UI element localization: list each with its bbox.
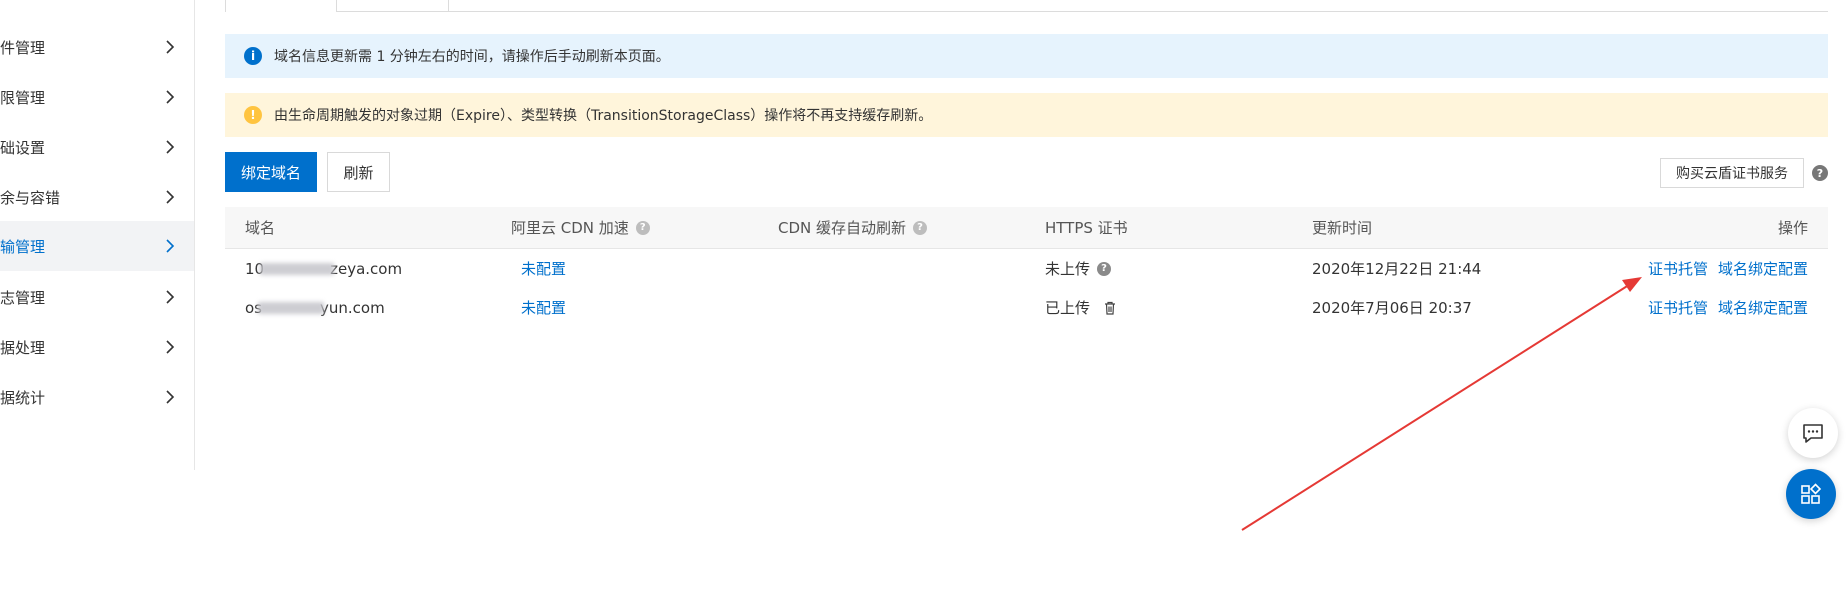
chevron-right-icon [164, 290, 176, 304]
bind-domain-button[interactable]: 绑定域名 [225, 152, 317, 192]
updated-cell: 2020年7月06日 20:37 [1312, 299, 1472, 317]
tab-bar [225, 0, 1828, 12]
column-header-domain: 域名 [245, 219, 276, 237]
help-icon[interactable]: ? [1812, 165, 1828, 181]
chevron-right-icon [164, 40, 176, 54]
chat-icon[interactable] [1788, 408, 1838, 458]
sidebar-item-label: 权限管理 [0, 88, 46, 107]
warning-alert: ! 由生命周期触发的对象过期（Expire）、类型转换（TransitionSt… [225, 93, 1828, 137]
domain-cell: os yun.com [245, 298, 385, 317]
sidebar-item-label: 数据处理 [0, 338, 46, 357]
chevron-right-icon [164, 190, 176, 204]
cdn-config-link[interactable]: 未配置 [521, 249, 566, 288]
actions-cell: 证书托管 域名绑定配置 [1648, 288, 1808, 327]
sidebar-item-transfer[interactable]: 传输管理 [0, 221, 194, 271]
warning-alert-text: 由生命周期触发的对象过期（Expire）、类型转换（TransitionStor… [274, 108, 933, 124]
column-header-https: HTTPS 证书 [1045, 219, 1128, 237]
sidebar-item-label: 数据统计 [0, 388, 46, 407]
info-alert-text: 域名信息更新需 1 分钟左右的时间，请操作后手动刷新本页面。 [274, 49, 670, 65]
help-icon[interactable]: ? [635, 221, 650, 235]
chevron-right-icon [164, 239, 176, 253]
chevron-right-icon [164, 140, 176, 154]
column-header-actions: 操作 [1777, 219, 1808, 237]
sidebar-item-label: 传输管理 [0, 237, 46, 256]
column-header-cdn: 阿里云 CDN 加速? [511, 207, 650, 249]
chevron-right-icon [164, 340, 176, 354]
chevron-right-icon [164, 390, 176, 404]
tab[interactable] [337, 0, 449, 12]
chevron-right-icon [164, 90, 176, 104]
cdn-config-link[interactable]: 未配置 [521, 288, 566, 327]
buy-certificate-button[interactable]: 购买云盾证书服务 [1660, 158, 1804, 188]
warning-icon: ! [244, 106, 262, 124]
info-alert: i 域名信息更新需 1 分钟左右的时间，请操作后手动刷新本页面。 [225, 34, 1828, 78]
apps-icon[interactable] [1786, 469, 1836, 519]
domain-binding-config-link[interactable]: 域名绑定配置 [1718, 258, 1808, 279]
sidebar-item-label: 文件管理 [0, 38, 46, 57]
column-header-auto-refresh: CDN 缓存自动刷新? [778, 207, 928, 249]
cert-hosting-link[interactable]: 证书托管 [1648, 258, 1708, 279]
sidebar-item-file[interactable]: 文件管理 [0, 22, 194, 72]
redacted-text [258, 301, 324, 314]
redacted-text [260, 262, 335, 275]
tab-active[interactable] [225, 0, 337, 12]
sidebar-item-permission[interactable]: 权限管理 [0, 72, 194, 122]
sidebar-item-label: 基础设置 [0, 138, 46, 157]
column-header-updated: 更新时间 [1312, 219, 1373, 237]
sidebar-item-basic[interactable]: 基础设置 [0, 122, 194, 172]
https-cell: 未上传? [1045, 249, 1112, 288]
info-icon: i [244, 47, 262, 65]
sidebar: 文件管理 权限管理 基础设置 冗余与容错 传输管理 日志管理 数据处理 数据统计 [0, 0, 195, 470]
updated-cell: 2020年12月22日 21:44 [1312, 260, 1482, 278]
sidebar-item-statistics[interactable]: 数据统计 [0, 372, 194, 422]
sidebar-item-label: 冗余与容错 [0, 188, 61, 207]
sidebar-item-log[interactable]: 日志管理 [0, 272, 194, 322]
help-icon[interactable]: ? [913, 221, 928, 235]
actions-cell: 证书托管 域名绑定配置 [1648, 249, 1808, 288]
table-header: 域名 阿里云 CDN 加速? CDN 缓存自动刷新? HTTPS 证书 更新时间… [225, 207, 1828, 249]
table-row: os yun.com 未配置 已上传 2020年7月06日 20:37 证书托管 … [225, 288, 1828, 327]
domain-cell: 10 zeya.com [245, 259, 403, 278]
cert-hosting-link[interactable]: 证书托管 [1648, 297, 1708, 318]
sidebar-item-redundancy[interactable]: 冗余与容错 [0, 172, 194, 222]
table-row: 10 zeya.com 未配置 未上传? 2020年12月22日 21:44 证书… [225, 249, 1828, 288]
https-cell: 已上传 [1045, 288, 1116, 327]
sidebar-item-data-processing[interactable]: 数据处理 [0, 322, 194, 372]
sidebar-item-label: 日志管理 [0, 288, 46, 307]
help-icon[interactable]: ? [1097, 261, 1112, 276]
refresh-button[interactable]: 刷新 [327, 152, 390, 192]
domain-binding-config-link[interactable]: 域名绑定配置 [1718, 297, 1808, 318]
trash-icon[interactable] [1104, 301, 1116, 315]
